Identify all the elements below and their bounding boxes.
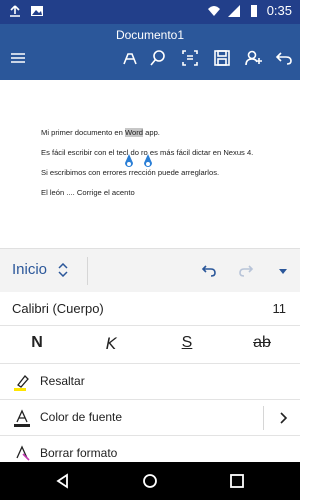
back-button[interactable] [52,470,74,492]
ribbon-separator [87,257,88,285]
search-icon [150,50,165,66]
reading-mode-button[interactable] [178,46,202,70]
app-title-bar: Documento1 [0,24,300,80]
underline-button[interactable]: S [170,334,204,358]
selection-end-handle-icon[interactable] [143,154,153,170]
row-separator [263,406,264,430]
font-color-icon [14,409,30,427]
highlighter-icon [14,375,29,391]
highlight-row[interactable]: Resaltar [0,364,300,400]
font-selector[interactable]: Calibri (Cuerpo) 11 [0,292,300,326]
ribbon-redo-button[interactable] [235,260,257,282]
undo-icon [275,52,292,65]
chevron-right-icon[interactable] [276,411,290,425]
ribbon-bar: Inicio [0,248,300,292]
clear-format-label: Borrar formato [40,446,118,460]
menu-icon [11,53,25,63]
chevron-updown-icon [58,262,68,277]
dropdown-icon [279,269,287,274]
upload-icon [10,5,20,17]
ribbon-tab-selector[interactable]: Inicio [12,261,69,278]
document-area[interactable]: Mi primer documento en Word app. Es fáci… [0,80,300,248]
signal-icon [227,4,240,17]
redo-icon [239,265,254,277]
search-button[interactable] [146,46,170,70]
back-icon [56,473,68,489]
share-icon [245,50,262,66]
recents-icon [230,474,244,488]
reading-mode-icon [182,50,198,66]
status-bar: 0:35 [0,0,300,24]
home-button[interactable] [139,470,161,492]
document-title: Documento1 [115,28,185,42]
menu-button[interactable] [6,46,30,70]
undo-button[interactable] [272,46,296,70]
document-line-1[interactable]: Mi primer documento en Word app. [41,128,160,137]
font-size[interactable]: 11 [273,301,287,316]
share-button[interactable] [242,46,266,70]
ribbon-tab-label: Inicio [12,261,48,278]
clear-format-icon [16,445,30,461]
pen-icon [123,53,137,65]
document-page[interactable]: Mi primer documento en Word app. Es fáci… [0,80,300,248]
font-color-label: Color de fuente [40,410,123,424]
selected-word[interactable]: Word [125,128,144,137]
image-icon [31,6,43,16]
format-buttons: N K S ab [0,326,300,364]
highlight-label: Resaltar [40,374,85,388]
navigation-bar [0,462,300,500]
clear-format-row[interactable]: Borrar formato [0,436,300,462]
battery-icon [250,4,257,17]
italic-button[interactable]: K [94,334,128,358]
pen-button[interactable] [118,46,142,70]
wifi-icon [207,5,220,16]
clock: 0:35 [266,3,292,18]
home-icon [143,474,157,488]
ribbon-undo-button[interactable] [198,260,220,282]
save-icon [214,50,230,66]
bold-button[interactable]: N [20,334,54,358]
font-color-row[interactable]: Color de fuente [0,400,300,436]
save-button[interactable] [210,46,234,70]
strikethrough-button[interactable]: ab [245,334,279,358]
document-line-4[interactable]: El león .... Corrige el acento [41,188,135,197]
undo-icon [201,265,216,277]
recents-button[interactable] [226,470,248,492]
ribbon-more-button[interactable] [272,260,294,282]
selection-start-handle-icon[interactable] [124,154,134,170]
font-name[interactable]: Calibri (Cuerpo) [12,301,104,316]
